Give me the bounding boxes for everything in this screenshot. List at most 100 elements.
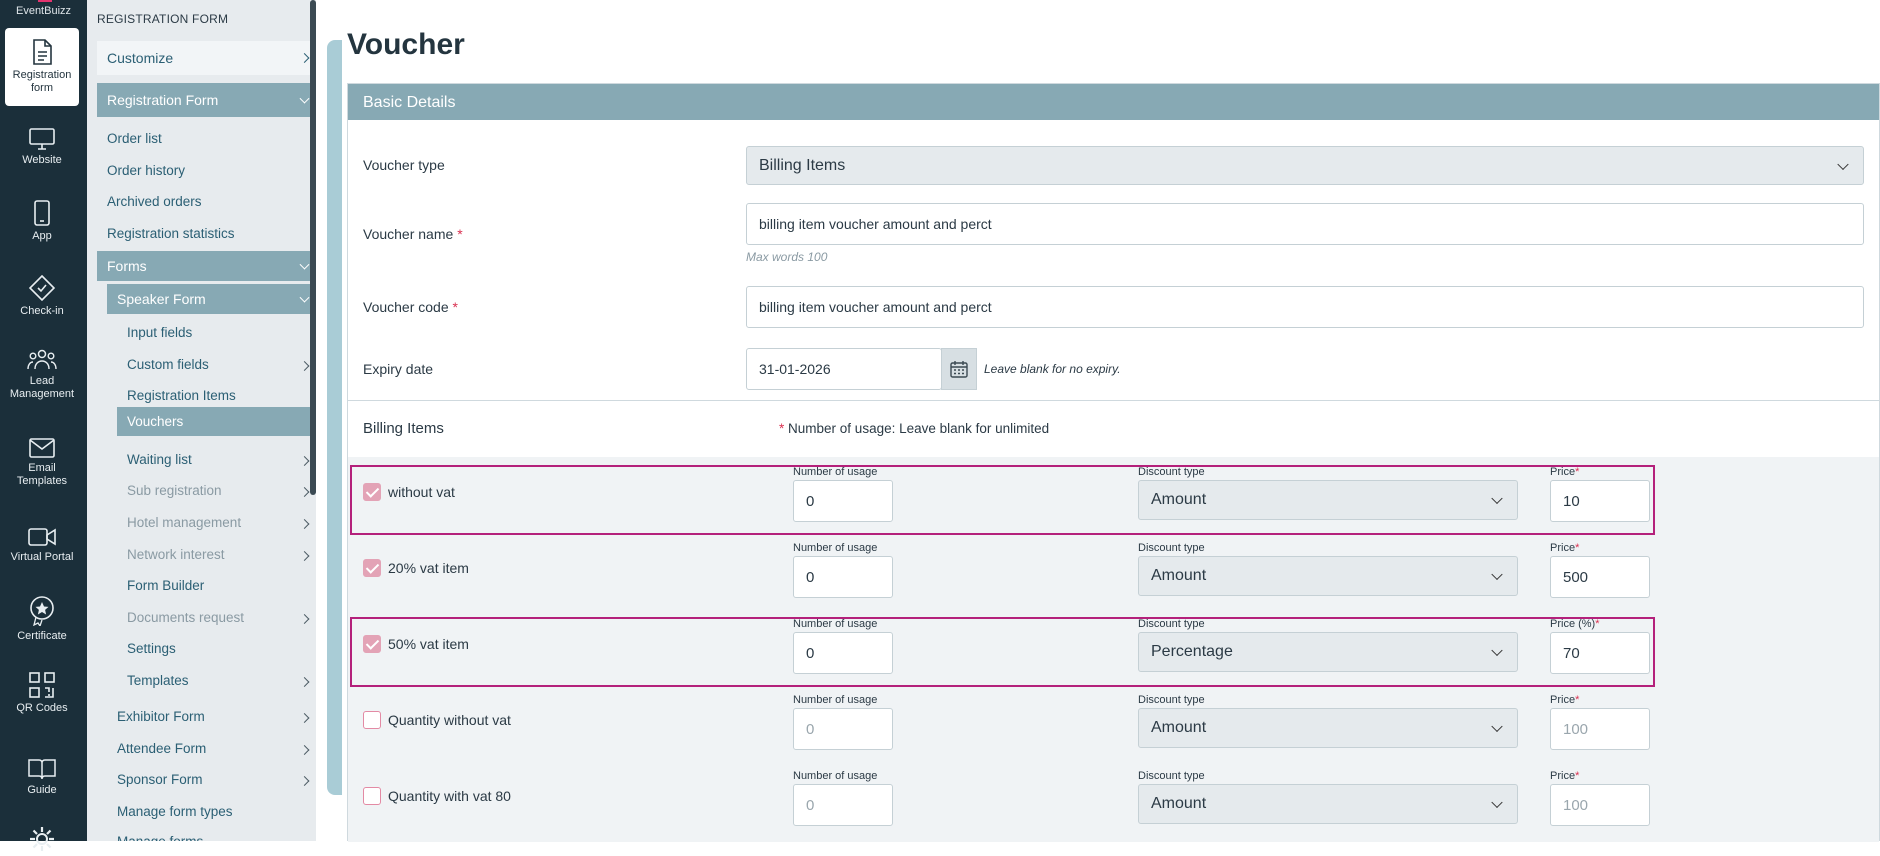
gear-icon (30, 827, 54, 851)
rail-item-settings[interactable] (5, 826, 79, 856)
usage-input[interactable]: 0 (793, 632, 893, 674)
voucher-code-field[interactable]: billing item voucher amount and perct (746, 286, 1864, 328)
billing-items-list: without vat Number of usage 0 Discount type… (348, 457, 1879, 842)
rail-label: Certificate (17, 630, 67, 642)
sidebar-scrollbar[interactable] (310, 0, 316, 495)
sidebar-item-label: Speaker Form (117, 291, 206, 307)
chevron-down-icon (299, 93, 310, 104)
price-label: Price (%)* (1550, 618, 1600, 630)
page-title: Voucher (347, 28, 465, 61)
expiry-date-field[interactable]: 31-01-2026 (746, 348, 942, 390)
sidebar-item-registration-form[interactable]: Registration Form (97, 83, 316, 117)
discount-type-select[interactable]: Amount (1138, 556, 1518, 596)
sidebar-item-documents-request[interactable]: Documents request (127, 610, 316, 625)
rail-item-registration-form[interactable]: Registration form (5, 28, 79, 106)
rail-item-guide[interactable]: Guide (5, 758, 79, 797)
sidebar: REGISTRATION FORM Customize Registration… (87, 0, 316, 841)
sidebar-item-templates[interactable]: Templates (127, 673, 316, 688)
voucher-name-label: Voucher name * (363, 226, 463, 242)
billing-item-checkbox[interactable] (363, 483, 381, 501)
sidebar-item-waiting-list[interactable]: Waiting list (127, 452, 316, 467)
mail-icon (29, 438, 55, 458)
phone-icon (34, 200, 50, 226)
rail-item-email-templates[interactable]: Email Templates (5, 438, 79, 488)
ticket-icon (29, 275, 55, 301)
billing-usage-note: * Number of usage: Leave blank for unlim… (779, 421, 1050, 436)
discount-type-label: Discount type (1138, 618, 1205, 630)
sidebar-item-manage-forms[interactable]: Manage forms (117, 834, 203, 841)
price-input[interactable]: 500 (1550, 556, 1650, 598)
usage-input[interactable]: 0 (793, 556, 893, 598)
voucher-type-label: Voucher type (363, 157, 445, 173)
billing-item-checkbox[interactable] (363, 635, 381, 653)
rail-item-qr-codes[interactable]: QR Codes (5, 672, 79, 715)
rail-item-check-in[interactable]: Check-in (5, 275, 79, 318)
billing-item-name: without vat (388, 484, 455, 500)
billing-item-name: Quantity without vat (388, 712, 511, 728)
sidebar-item-order-history[interactable]: Order history (107, 163, 185, 178)
sidebar-item-exhibitor-form[interactable]: Exhibitor Form (117, 709, 205, 724)
chevron-right-icon (299, 53, 310, 63)
sidebar-item-sponsor-form[interactable]: Sponsor Form (117, 772, 203, 787)
billing-item-name: 20% vat item (388, 560, 469, 576)
billing-item-checkbox[interactable] (363, 787, 381, 805)
sidebar-item-customize[interactable]: Customize (97, 41, 316, 75)
panel-header: Basic Details (348, 84, 1879, 120)
rail-item-app[interactable]: App (5, 200, 79, 243)
calendar-button[interactable] (941, 348, 977, 390)
billing-row: without vat Number of usage 0 Discount type… (348, 465, 1879, 535)
video-icon (28, 528, 56, 546)
discount-type-select[interactable]: Amount (1138, 784, 1518, 824)
rail-item-virtual-portal[interactable]: Virtual Portal (5, 527, 79, 564)
sidebar-item-speaker-form[interactable]: Speaker Form (107, 284, 316, 314)
discount-type-select[interactable]: Amount (1138, 480, 1518, 520)
rail-label: Website (22, 154, 62, 166)
billing-item-checkbox[interactable] (363, 711, 381, 729)
rail-item-certificate[interactable]: Certificate (5, 596, 79, 643)
chevron-right-icon (299, 745, 310, 755)
usage-input[interactable]: 0 (793, 708, 893, 750)
sidebar-item-hotel-management[interactable]: Hotel management (127, 515, 316, 530)
sidebar-item-settings[interactable]: Settings (127, 641, 316, 656)
price-input[interactable]: 100 (1550, 784, 1650, 826)
sidebar-item-registration-statistics[interactable]: Registration statistics (107, 226, 235, 241)
price-input[interactable]: 100 (1550, 708, 1650, 750)
billing-item-checkbox[interactable] (363, 559, 381, 577)
voucher-type-select[interactable]: Billing Items (746, 146, 1864, 185)
rail-item-lead-management[interactable]: Lead Management (5, 347, 79, 401)
usage-label: Number of usage (793, 770, 878, 782)
voucher-name-field[interactable]: billing item voucher amount and perct (746, 203, 1864, 245)
sidebar-item-forms[interactable]: Forms (97, 251, 316, 281)
billing-items-title: Billing Items (363, 420, 444, 437)
usage-label: Number of usage (793, 694, 878, 706)
usage-input[interactable]: 0 (793, 784, 893, 826)
sidebar-item-form-builder[interactable]: Form Builder (127, 578, 316, 593)
usage-input[interactable]: 0 (793, 480, 893, 522)
sidebar-item-registration-items[interactable]: Registration Items (127, 388, 316, 403)
billing-row: Quantity with vat 80 Number of usage 0 Disc… (348, 769, 1879, 839)
discount-type-select[interactable]: Amount (1138, 708, 1518, 748)
rail-label: Email Templates (16, 462, 68, 487)
sidebar-item-vouchers[interactable]: Vouchers (117, 407, 316, 436)
chevron-down-icon (1837, 158, 1849, 170)
sidebar-item-sub-registration[interactable]: Sub registration (127, 483, 316, 498)
sidebar-item-network-interest[interactable]: Network interest (127, 547, 316, 562)
discount-type-label: Discount type (1138, 466, 1205, 478)
rail-item-website[interactable]: Website (5, 128, 79, 167)
price-input[interactable]: 10 (1550, 480, 1650, 522)
sidebar-item-manage-form-types[interactable]: Manage form types (117, 804, 233, 819)
price-input[interactable]: 70 (1550, 632, 1650, 674)
sidebar-item-custom-fields[interactable]: Custom fields (127, 357, 316, 372)
content-accent-bar (327, 40, 342, 795)
sidebar-item-label: Forms (107, 258, 147, 274)
chevron-down-icon (299, 292, 310, 303)
sidebar-item-label: Registration Form (107, 92, 219, 108)
sidebar-item-order-list[interactable]: Order list (107, 131, 162, 146)
discount-type-label: Discount type (1138, 694, 1205, 706)
voucher-code-value: billing item voucher amount and perct (759, 299, 992, 315)
sidebar-item-input-fields[interactable]: Input fields (127, 325, 316, 340)
discount-type-select[interactable]: Percentage (1138, 632, 1518, 672)
sidebar-item-attendee-form[interactable]: Attendee Form (117, 741, 206, 756)
sidebar-item-archived-orders[interactable]: Archived orders (107, 194, 202, 209)
expiry-date-value: 31-01-2026 (759, 361, 831, 377)
